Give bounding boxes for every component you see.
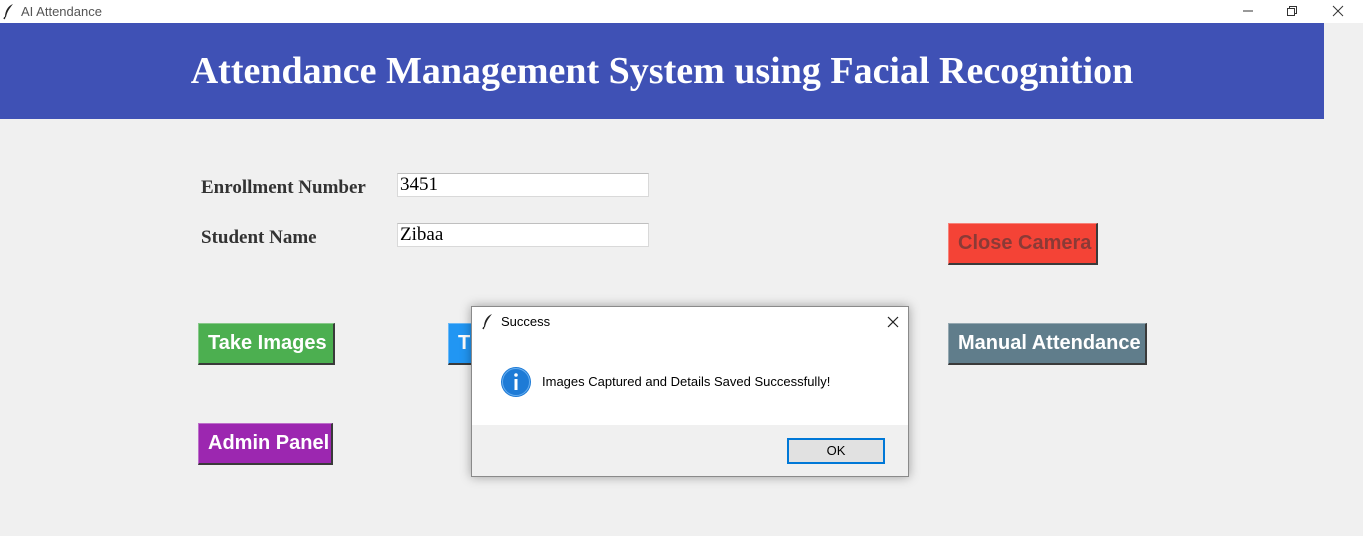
take-images-button[interactable]: Take Images xyxy=(198,323,335,365)
admin-panel-button[interactable]: Admin Panel xyxy=(198,423,333,465)
student-name-label: Student Name xyxy=(201,227,317,248)
minimize-button[interactable] xyxy=(1226,0,1270,23)
enrollment-number-label: Enrollment Number xyxy=(201,177,366,198)
restore-icon xyxy=(1287,6,1297,16)
title-bar: AI Attendance xyxy=(0,0,1363,23)
feather-icon xyxy=(482,314,492,330)
student-name-input[interactable]: Zibaa xyxy=(397,223,649,247)
feather-icon xyxy=(3,4,13,20)
minimize-icon xyxy=(1243,10,1253,12)
manual-attendance-button[interactable]: Manual Attendance xyxy=(948,323,1147,365)
close-camera-button[interactable]: Close Camera xyxy=(948,223,1098,265)
success-dialog: Success Images Captured and Details Save… xyxy=(471,306,909,477)
dialog-title: Success xyxy=(501,314,551,329)
restore-button[interactable] xyxy=(1270,0,1314,23)
dialog-message: Images Captured and Details Saved Succes… xyxy=(542,374,831,389)
close-icon xyxy=(1332,5,1344,17)
close-window-button[interactable] xyxy=(1316,0,1360,23)
close-icon[interactable] xyxy=(883,312,903,332)
ok-button[interactable]: OK xyxy=(787,438,885,464)
enrollment-number-input[interactable]: 3451 xyxy=(397,173,649,197)
window-title: AI Attendance xyxy=(21,4,102,19)
dialog-footer: OK xyxy=(472,425,908,476)
info-icon xyxy=(501,367,531,397)
header-banner: Attendance Management System using Facia… xyxy=(0,23,1324,119)
page-title: Attendance Management System using Facia… xyxy=(190,50,1134,92)
